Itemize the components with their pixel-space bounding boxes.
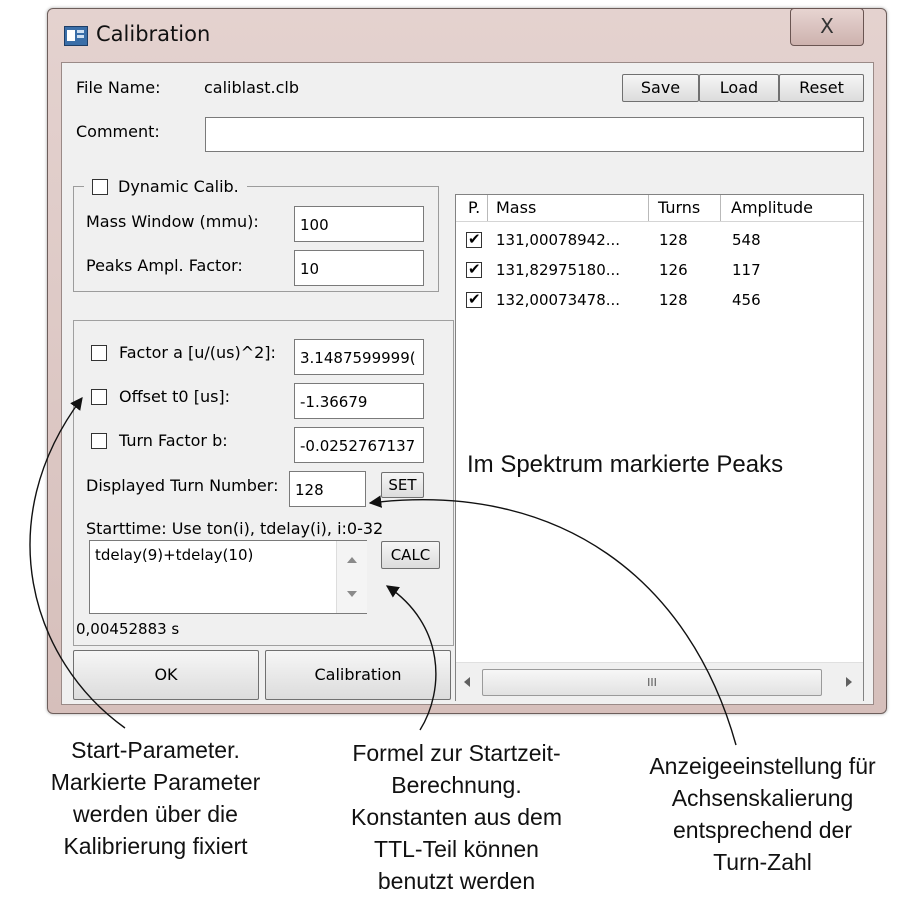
set-button[interactable]: SET	[381, 472, 424, 498]
comment-input[interactable]	[205, 117, 864, 152]
scroll-up-icon[interactable]	[347, 557, 357, 563]
app-icon	[64, 26, 88, 46]
dynamic-calib-checkbox[interactable]	[92, 179, 108, 195]
offset-t0-label: Offset t0 [us]:	[119, 387, 231, 406]
start-params-annotation: Start-Parameter. Markierte Parameter wer…	[50, 737, 261, 859]
mass-window-input[interactable]: 100	[294, 206, 424, 242]
row-mass: 131,00078942...	[496, 231, 621, 249]
col-mass[interactable]: Mass	[496, 195, 536, 221]
row-amplitude: 548	[732, 231, 761, 249]
peaks-ampl-input[interactable]: 10	[294, 250, 424, 286]
col-p[interactable]: P.	[468, 195, 480, 221]
row-turns: 128	[659, 291, 688, 309]
calc-button[interactable]: CALC	[381, 541, 440, 569]
col-turns[interactable]: Turns	[658, 195, 700, 221]
col-amplitude[interactable]: Amplitude	[731, 195, 813, 221]
table-row[interactable]: 131,00078942... 128 548	[456, 229, 863, 253]
close-icon: X	[820, 14, 834, 38]
dynamic-calib-header: Dynamic Calib.	[84, 176, 247, 198]
formula-textarea[interactable]: tdelay(9)+tdelay(10)	[89, 540, 367, 614]
window-title: Calibration	[96, 22, 211, 46]
peaks-ampl-label: Peaks Ampl. Factor:	[86, 256, 243, 275]
row-amplitude: 456	[732, 291, 761, 309]
close-button[interactable]: X	[790, 8, 864, 46]
peaks-annotation: Im Spektrum markierte Peaks	[467, 451, 784, 478]
starttime-label: Starttime: Use ton(i), tdelay(i), i:0-32	[86, 519, 384, 538]
ok-button[interactable]: OK	[73, 650, 259, 700]
offset-t0-checkbox[interactable]	[91, 389, 107, 405]
scroll-thumb-grip: III	[647, 676, 657, 689]
row-checkbox[interactable]	[466, 260, 482, 278]
offset-t0-input[interactable]: -1.36679	[294, 383, 424, 419]
row-checkbox[interactable]	[466, 290, 482, 308]
formula-scrollbar[interactable]	[336, 541, 367, 613]
factor-a-checkbox[interactable]	[91, 345, 107, 361]
turn-number-input[interactable]: 128	[289, 471, 366, 507]
dynamic-calib-label: Dynamic Calib.	[118, 177, 239, 196]
table-row[interactable]: 131,82975180... 126 117	[456, 259, 863, 283]
file-name-label: File Name:	[76, 78, 161, 97]
row-mass: 131,82975180...	[496, 261, 621, 279]
save-button[interactable]: Save	[622, 74, 699, 102]
turn-factor-label: Turn Factor b:	[119, 431, 228, 450]
turn-factor-input[interactable]: -0.0252767137	[294, 427, 424, 463]
calibration-button[interactable]: Calibration	[265, 650, 451, 700]
starttime-result: 0,00452883 s	[76, 620, 180, 638]
reset-button[interactable]: Reset	[779, 74, 864, 102]
scroll-left-icon[interactable]	[464, 677, 470, 687]
row-checkbox[interactable]	[466, 230, 482, 248]
comment-label: Comment:	[76, 122, 160, 141]
factor-a-label: Factor a [u/(us)^2]:	[119, 343, 276, 362]
row-turns: 128	[659, 231, 688, 249]
row-amplitude: 117	[732, 261, 761, 279]
row-turns: 126	[659, 261, 688, 279]
factor-a-input[interactable]: 3.1487599999(	[294, 339, 424, 375]
scroll-thumb[interactable]: III	[482, 669, 822, 696]
turn-factor-checkbox[interactable]	[91, 433, 107, 449]
table-header: P. Mass Turns Amplitude	[456, 195, 863, 222]
file-name-value: caliblast.clb	[204, 78, 299, 97]
scroll-right-icon[interactable]	[846, 677, 852, 687]
row-mass: 132,00073478...	[496, 291, 621, 309]
load-button[interactable]: Load	[699, 74, 779, 102]
formula-text: tdelay(9)+tdelay(10)	[95, 546, 254, 564]
display-annotation: Anzeigeeinstellung für Achsenskalierung …	[649, 753, 876, 875]
table-hscrollbar[interactable]: III	[456, 662, 863, 701]
formula-annotation: Formel zur Startzeit- Berechnung. Konsta…	[351, 740, 562, 894]
turn-number-label: Displayed Turn Number:	[86, 476, 279, 495]
mass-window-label: Mass Window (mmu):	[86, 212, 259, 231]
table-row[interactable]: 132,00073478... 128 456	[456, 289, 863, 313]
peaks-table: P. Mass Turns Amplitude 131,00078942... …	[455, 194, 864, 701]
scroll-down-icon[interactable]	[347, 591, 357, 597]
